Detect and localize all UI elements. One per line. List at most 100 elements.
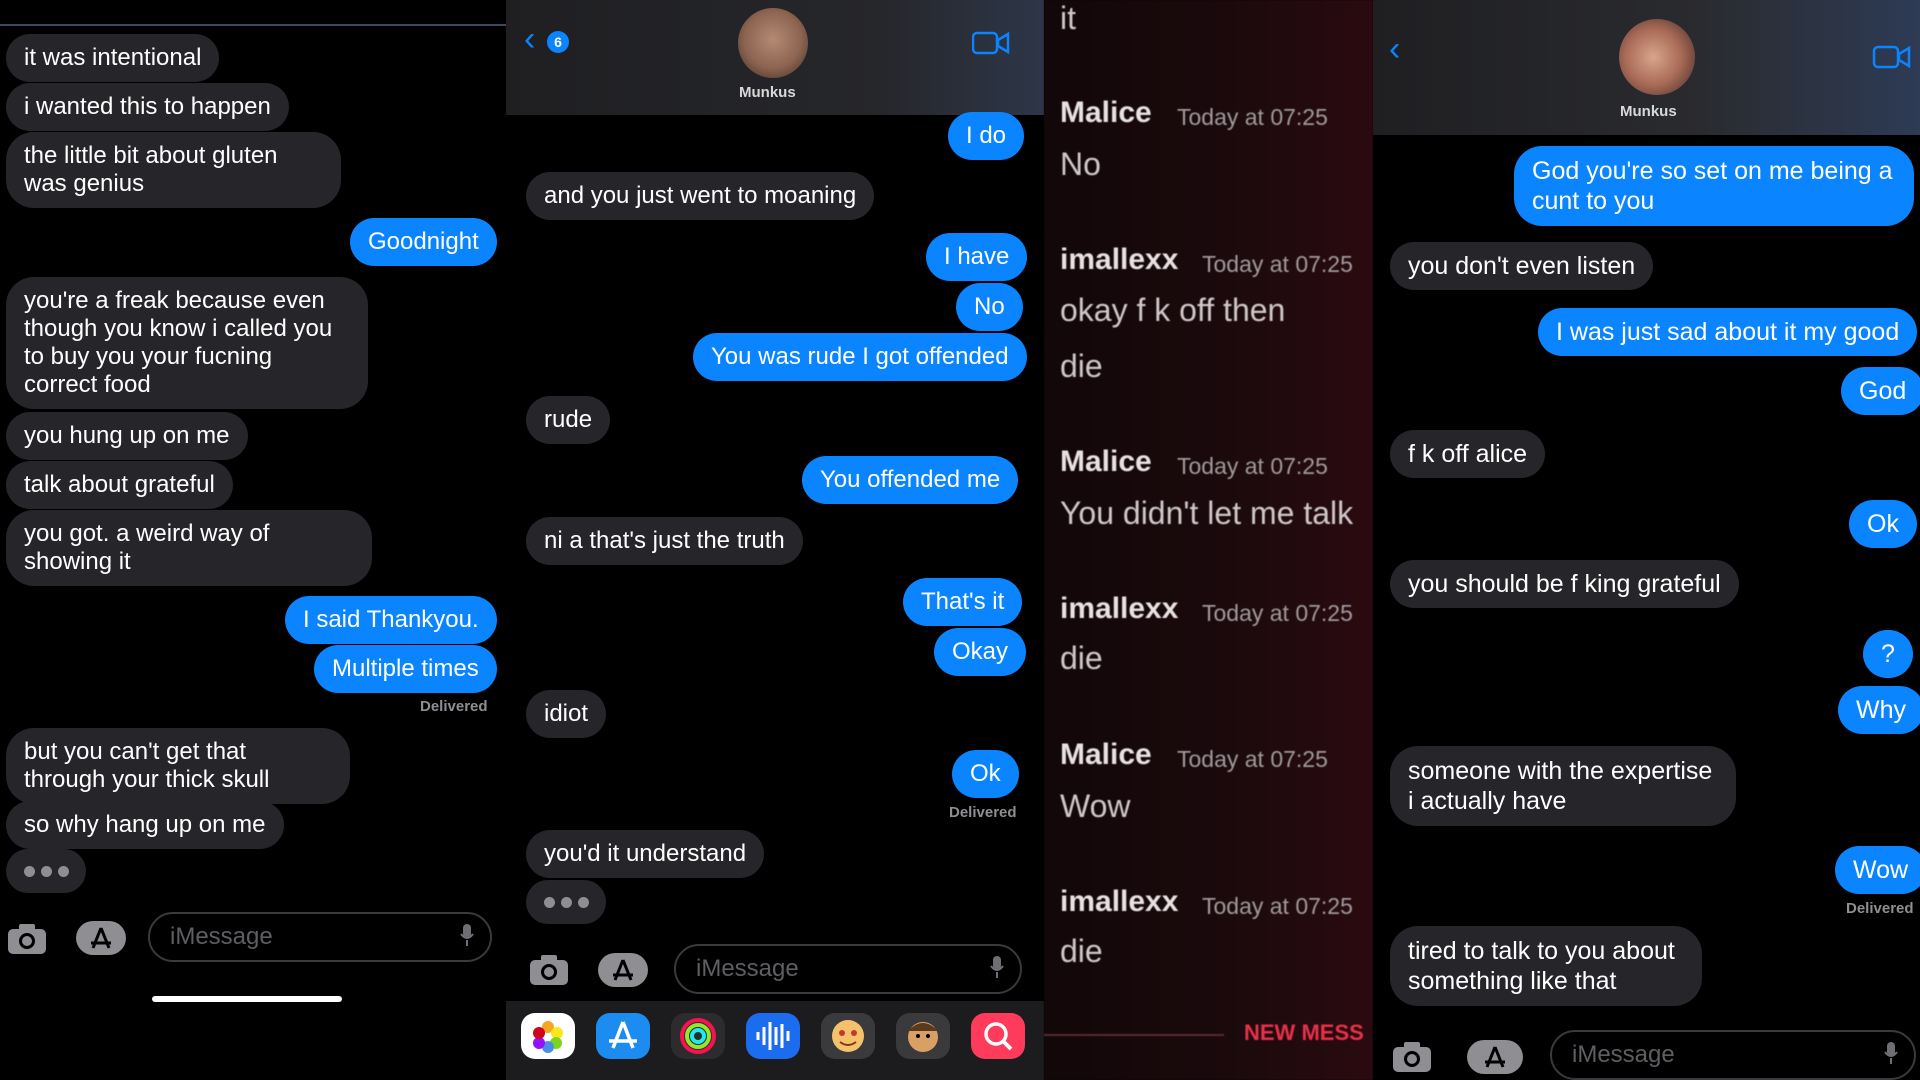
- chat-panel-1: it was intentional i wanted this to happ…: [0, 0, 506, 1080]
- delivered-label: Delivered: [420, 698, 488, 715]
- message-bubble: ni a that's just the truth: [526, 517, 803, 565]
- message-bubble: you'd it understand: [526, 830, 765, 878]
- typing-indicator: [526, 880, 606, 924]
- message-bubble: it was intentional: [6, 34, 220, 82]
- chat-panel-4: ‹ Munkus God you're so set on me being a…: [1373, 0, 1920, 1080]
- app-store-icon[interactable]: [76, 921, 126, 955]
- message-input[interactable]: iMessage: [1550, 1030, 1916, 1080]
- app-drawer: [506, 1001, 1044, 1080]
- discord-panel: it Malice Today at 07:25 No imallexx Tod…: [1044, 0, 1373, 1080]
- delivered-label: Delivered: [1846, 900, 1914, 917]
- message-text: No: [1060, 146, 1101, 182]
- camera-icon[interactable]: [528, 953, 570, 987]
- message-bubble: but you can't get that through your thic…: [6, 728, 350, 804]
- unread-badge: 6: [547, 31, 569, 53]
- message-bubble: I have: [926, 233, 1028, 281]
- message-bubble: tired to talk to you about something lik…: [1390, 926, 1702, 1006]
- video-call-icon[interactable]: [1872, 44, 1912, 70]
- message-bubble: i wanted this to happen: [6, 83, 289, 131]
- new-messages-divider: [1044, 1034, 1224, 1036]
- message-author[interactable]: Malice: [1060, 738, 1152, 772]
- message-author[interactable]: imallexx: [1060, 592, 1178, 626]
- message-text: die: [1060, 348, 1103, 384]
- message-timestamp: Today at 07:25: [1177, 746, 1328, 772]
- message-text: okay f k off then: [1060, 292, 1286, 328]
- message-bubble: I do: [948, 112, 1025, 160]
- message-bubble: you don't even listen: [1390, 242, 1654, 290]
- message-bubble: Multiple times: [314, 645, 497, 693]
- message-input[interactable]: iMessage: [674, 944, 1022, 994]
- message-input-placeholder: iMessage: [170, 923, 273, 950]
- message-bubble: God you're so set on me being a cunt to …: [1514, 146, 1914, 226]
- message-bubble: so why hang up on me: [6, 801, 284, 849]
- microphone-icon[interactable]: [460, 924, 474, 946]
- photos-app-icon[interactable]: [521, 1013, 575, 1059]
- microphone-icon[interactable]: [990, 956, 1004, 978]
- message-bubble: you hung up on me: [6, 412, 248, 460]
- message-author[interactable]: Malice: [1060, 445, 1152, 479]
- message-timestamp: Today at 07:25: [1202, 251, 1353, 277]
- avatar[interactable]: [738, 8, 808, 78]
- message-author[interactable]: Malice: [1060, 96, 1152, 130]
- message-text: die: [1060, 640, 1103, 676]
- message-bubble: you should be f king grateful: [1390, 560, 1739, 608]
- camera-icon[interactable]: [1391, 1040, 1433, 1074]
- video-call-icon[interactable]: [972, 30, 1010, 56]
- new-messages-label: NEW MESS: [1244, 1020, 1364, 1045]
- delivered-label: Delivered: [949, 804, 1017, 821]
- memoji-stickers-icon[interactable]: [896, 1013, 950, 1059]
- app-store-icon[interactable]: [1467, 1040, 1523, 1074]
- audio-message-icon[interactable]: [746, 1013, 800, 1059]
- message-input-placeholder: iMessage: [696, 955, 799, 982]
- message-bubble: Wow: [1835, 846, 1920, 894]
- app-store-icon[interactable]: [598, 953, 648, 987]
- message-timestamp: Today at 07:25: [1177, 104, 1328, 130]
- message-text: Wow: [1060, 788, 1131, 824]
- message-bubble: Ok: [1849, 500, 1917, 548]
- message-bubble: and you just went to moaning: [526, 172, 875, 220]
- message-author[interactable]: imallexx: [1060, 885, 1178, 919]
- home-indicator: [152, 996, 342, 1002]
- back-chevron-icon[interactable]: ‹: [524, 20, 535, 59]
- message-bubble: talk about grateful: [6, 461, 233, 509]
- message-bubble: you're a freak because even though you k…: [6, 277, 368, 409]
- contact-name[interactable]: Munkus: [1620, 103, 1677, 120]
- message-bubble: Okay: [934, 628, 1027, 676]
- message-bubble: I was just sad about it my good: [1538, 308, 1918, 356]
- back-chevron-icon[interactable]: ‹: [1389, 30, 1400, 69]
- message-text: die: [1060, 933, 1103, 969]
- search-images-icon[interactable]: [971, 1013, 1025, 1059]
- microphone-icon[interactable]: [1884, 1042, 1898, 1064]
- message-bubble: ?: [1863, 630, 1913, 678]
- avatar[interactable]: [1619, 19, 1695, 95]
- activity-icon[interactable]: [671, 1013, 725, 1059]
- message-text: You didn't let me talk: [1060, 495, 1354, 531]
- memoji-icon[interactable]: [821, 1013, 875, 1059]
- message-bubble: I said Thankyou.: [285, 596, 497, 644]
- message-bubble: idiot: [526, 690, 607, 738]
- camera-icon[interactable]: [6, 922, 48, 956]
- message-bubble: That's it: [903, 578, 1023, 626]
- message-input[interactable]: iMessage: [148, 912, 492, 962]
- message-timestamp: Today at 07:25: [1177, 453, 1328, 479]
- message-bubble: No: [956, 283, 1023, 331]
- message-bubble: Ok: [952, 750, 1019, 798]
- message-bubble: Why: [1838, 686, 1920, 734]
- message-timestamp: Today at 07:25: [1202, 893, 1353, 919]
- top-divider: [0, 24, 506, 26]
- message-bubble: someone with the expertise i actually ha…: [1390, 746, 1736, 826]
- message-author[interactable]: imallexx: [1060, 243, 1178, 277]
- message-bubble: the little bit about gluten was genius: [6, 132, 341, 208]
- message-bubble: God: [1841, 367, 1920, 415]
- contact-name[interactable]: Munkus: [739, 84, 796, 101]
- message-bubble: You offended me: [802, 456, 1019, 504]
- message-text: it: [1060, 0, 1076, 36]
- typing-indicator: [6, 849, 86, 893]
- conversation-header: ‹ 6 Munkus: [506, 0, 1044, 115]
- app-store-icon[interactable]: [596, 1013, 650, 1059]
- message-bubble: you got. a weird way of showing it: [6, 510, 372, 586]
- message-bubble: rude: [526, 396, 611, 444]
- chat-panel-2: ‹ 6 Munkus I do and you just went to moa…: [506, 0, 1044, 1080]
- message-bubble: Goodnight: [350, 218, 497, 266]
- message-input-placeholder: iMessage: [1572, 1041, 1675, 1068]
